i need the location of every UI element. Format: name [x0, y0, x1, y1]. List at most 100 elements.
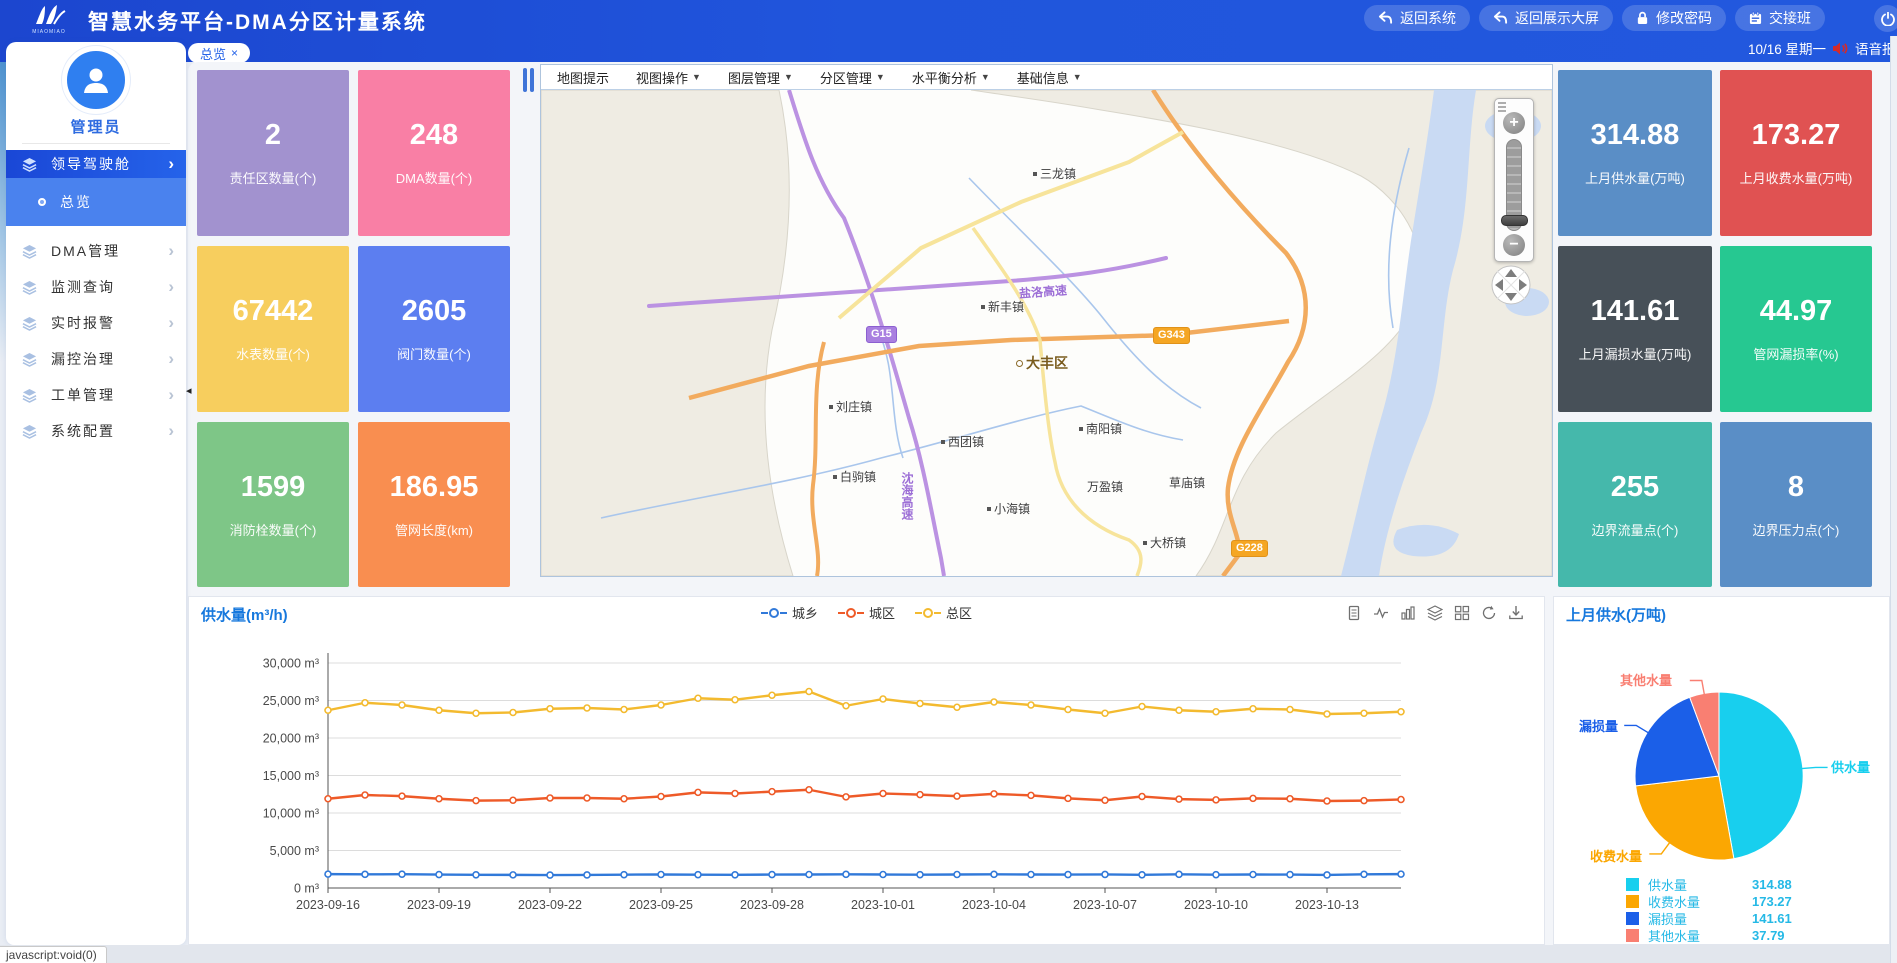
- map-basemap: [541, 90, 1552, 576]
- back-system-button[interactable]: 返回系统: [1364, 5, 1470, 31]
- sidebar-item-label: 漏控治理: [51, 349, 154, 369]
- tab-overview[interactable]: 总览 ×: [188, 43, 250, 63]
- stat-value: 248: [410, 119, 458, 152]
- sidebar: 管理员 领导驾驶舱 › 总览 DMA管理 ›: [6, 42, 186, 945]
- stat-label: 上月收费水量(万吨): [1740, 168, 1853, 187]
- drag-dots-icon[interactable]: [1498, 102, 1506, 112]
- chevron-right-icon: ›: [168, 277, 176, 297]
- map-menu-zones[interactable]: 分区管理▼: [820, 68, 885, 87]
- scrollbar-track[interactable]: [1890, 36, 1897, 963]
- stat-value: 44.97: [1760, 295, 1833, 328]
- chevron-right-icon: ›: [168, 241, 176, 261]
- lock-icon: [1636, 11, 1649, 25]
- stat-card-pressure-points: 8 边界压力点(个): [1720, 422, 1872, 587]
- zoom-in-button[interactable]: +: [1503, 112, 1525, 134]
- stat-card-hydrants: 1599 消防栓数量(个): [197, 422, 349, 587]
- map-menu-tips[interactable]: 地图提示: [557, 68, 609, 87]
- town-dot-icon: [1033, 172, 1037, 176]
- stat-card-dma-count: 248 DMA数量(个): [358, 70, 510, 236]
- map-menu-layers[interactable]: 图层管理▼: [728, 68, 793, 87]
- map-menu-baseinfo[interactable]: 基础信息▼: [1017, 68, 1082, 87]
- pie-legend-row[interactable]: 漏损量 141.61: [1626, 911, 1856, 925]
- zoom-slider-track[interactable]: [1506, 139, 1522, 231]
- zoom-out-button[interactable]: −: [1503, 234, 1525, 256]
- pie-legend-row[interactable]: 供水量 314.88: [1626, 877, 1856, 891]
- speaker-alarm-icon[interactable]: [1832, 41, 1849, 56]
- map-town-label: 小海镇: [987, 500, 1030, 517]
- map-toolbar: 地图提示 视图操作▼ 图层管理▼ 分区管理▼ 水平衡分析▼ 基础信息▼: [541, 65, 1552, 90]
- map-town-label: 新丰镇: [981, 298, 1024, 315]
- sidebar-item-system-config[interactable]: 系统配置 ›: [6, 416, 186, 446]
- map-pan-control[interactable]: [1491, 265, 1531, 305]
- date-text: 10/16 星期一: [1748, 38, 1826, 58]
- stat-value: 255: [1611, 471, 1659, 504]
- legend-swatch: [1626, 912, 1639, 925]
- svg-text:2023-10-07: 2023-10-07: [1073, 898, 1137, 912]
- chevron-right-icon: ›: [168, 154, 176, 174]
- dma-dashboard: MIAOMIAO 智慧水务平台-DMA分区计量系统 返回系统 返回展示大屏: [0, 0, 1897, 963]
- legend-swatch: [1626, 895, 1639, 908]
- map-menu-balance[interactable]: 水平衡分析▼: [912, 68, 990, 87]
- layers-icon: [22, 157, 37, 172]
- legend-swatch: [1626, 878, 1639, 891]
- stat-card-supply: 314.88 上月供水量(万吨): [1558, 70, 1712, 236]
- sidebar-item-monitor-query[interactable]: 监测查询 ›: [6, 272, 186, 302]
- sidebar-item-leak-control[interactable]: 漏控治理 ›: [6, 344, 186, 374]
- sidebar-item-work-order[interactable]: 工单管理 ›: [6, 380, 186, 410]
- map-town-label: 万盈镇: [1087, 478, 1123, 495]
- tab-close-icon[interactable]: ×: [231, 46, 238, 60]
- logo-brand-text: MIAOMIAO: [26, 29, 72, 35]
- change-password-button[interactable]: 修改密码: [1622, 5, 1726, 31]
- stat-value: 141.61: [1591, 295, 1680, 328]
- stat-value: 2605: [402, 295, 467, 328]
- pie-callout-leak: 漏损量: [1570, 716, 1618, 735]
- map-town-label: 大桥镇: [1143, 534, 1186, 551]
- sidebar-item-overview[interactable]: 总览: [6, 178, 186, 226]
- logout-power-button[interactable]: [1874, 5, 1897, 32]
- map-canvas[interactable]: 三龙镇 新丰镇 刘庄镇 西团镇 南阳镇 白驹镇 小海镇 万盈镇 草庙镇 大桥镇 …: [541, 90, 1552, 576]
- svg-text:2023-09-28: 2023-09-28: [740, 898, 804, 912]
- stat-card-pipe-length: 186.95 管网长度(km): [358, 422, 510, 587]
- layers-icon: [22, 352, 37, 367]
- road-badge-g15: G15: [866, 326, 897, 343]
- chevron-right-icon: ›: [168, 313, 176, 333]
- sidebar-item-dma[interactable]: DMA管理 ›: [6, 236, 186, 266]
- panel-splitter-handle[interactable]: [523, 68, 536, 92]
- back-arrow-icon: [1378, 11, 1393, 25]
- dropdown-arrow-icon: ▼: [981, 72, 990, 82]
- stat-card-billed: 173.27 上月收费水量(万吨): [1720, 70, 1872, 236]
- back-bigscreen-label: 返回展示大屏: [1515, 8, 1599, 28]
- stat-label: 管网漏损率(%): [1753, 344, 1838, 363]
- district-marker-icon: [1016, 360, 1023, 367]
- link-status-tooltip: javascript:void(0): [0, 946, 107, 963]
- map-town-label: 草庙镇: [1169, 474, 1205, 491]
- sidebar-item-label: 实时报警: [51, 313, 154, 333]
- supply-line-chart[interactable]: 0 m³5,000 m³10,000 m³15,000 m³20,000 m³2…: [189, 597, 1546, 946]
- sidebar-collapse-handle[interactable]: ◂: [186, 382, 196, 398]
- map-menu-view[interactable]: 视图操作▼: [636, 68, 701, 87]
- sidebar-item-label: 系统配置: [51, 421, 154, 441]
- stat-card-flow-points: 255 边界流量点(个): [1558, 422, 1712, 587]
- avatar[interactable]: [62, 46, 130, 114]
- back-bigscreen-button[interactable]: 返回展示大屏: [1479, 5, 1613, 31]
- svg-text:2023-10-10: 2023-10-10: [1184, 898, 1248, 912]
- shift-handover-button[interactable]: 交接班: [1735, 5, 1825, 31]
- stat-value: 173.27: [1752, 119, 1841, 152]
- pie-legend-row[interactable]: 收费水量 173.27: [1626, 894, 1856, 908]
- svg-text:2023-10-01: 2023-10-01: [851, 898, 915, 912]
- stat-label: 管网长度(km): [395, 520, 473, 539]
- zoom-slider-knob[interactable]: [1501, 215, 1528, 226]
- svg-text:2023-09-19: 2023-09-19: [407, 898, 471, 912]
- map-panel: 地图提示 视图操作▼ 图层管理▼ 分区管理▼ 水平衡分析▼ 基础信息▼: [540, 64, 1553, 577]
- layers-icon: [22, 244, 37, 259]
- top-header: MIAOMIAO 智慧水务平台-DMA分区计量系统 返回系统 返回展示大屏: [0, 0, 1897, 62]
- stat-label: DMA数量(个): [396, 168, 473, 187]
- back-system-label: 返回系统: [1400, 8, 1456, 28]
- stat-label: 边界流量点(个): [1592, 520, 1679, 539]
- svg-text:10,000 m³: 10,000 m³: [263, 807, 319, 821]
- legend-value: 141.61: [1752, 911, 1792, 926]
- pie-legend-row[interactable]: 其他水量 37.79: [1626, 928, 1856, 942]
- sidebar-item-realtime-alarm[interactable]: 实时报警 ›: [6, 308, 186, 338]
- sidebar-item-cockpit[interactable]: 领导驾驶舱 ›: [6, 150, 186, 178]
- stat-value: 314.88: [1591, 119, 1680, 152]
